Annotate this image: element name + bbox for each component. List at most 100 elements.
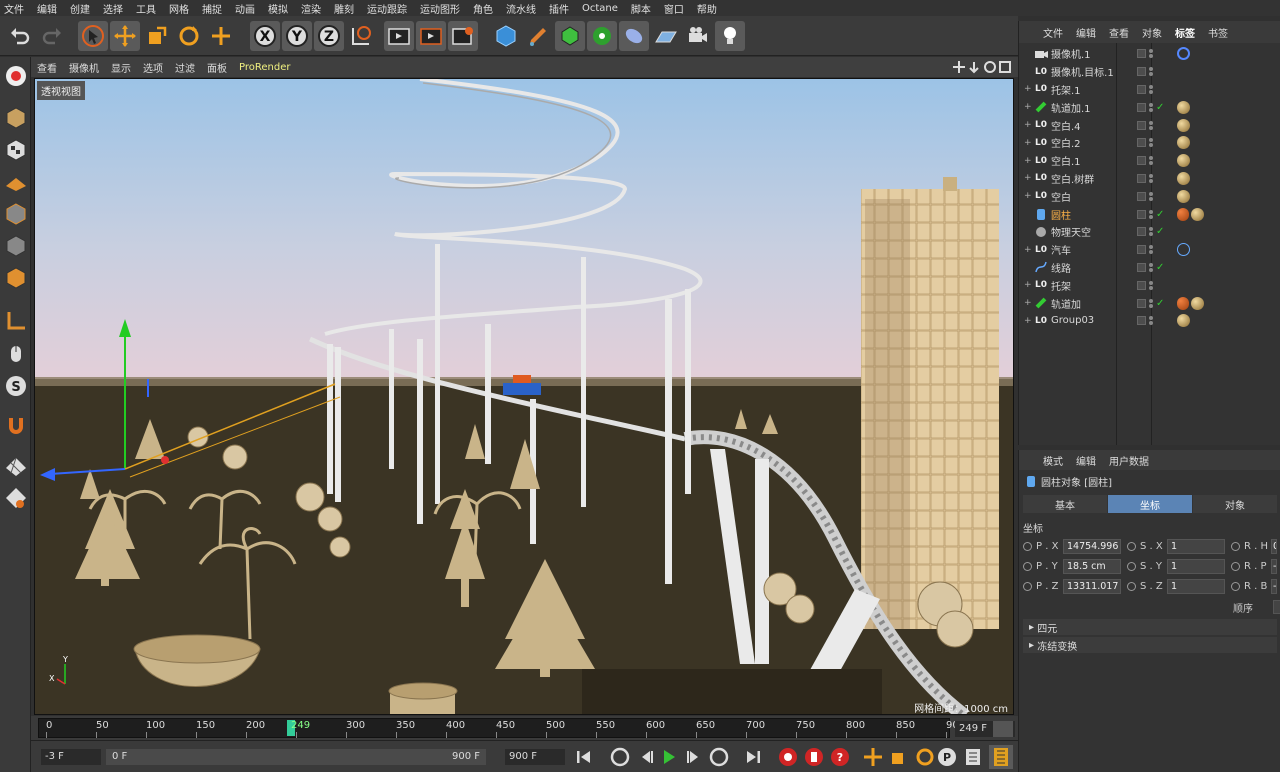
- key-pla-icon[interactable]: [961, 745, 985, 769]
- object-name[interactable]: 空白.2: [1051, 135, 1137, 150]
- rotation-input[interactable]: -: [1271, 559, 1277, 574]
- object-flags[interactable]: ✓: [1137, 262, 1177, 273]
- deformer-icon[interactable]: [619, 21, 649, 51]
- menu-script[interactable]: 脚本: [631, 1, 651, 16]
- rotation-input[interactable]: 0: [1271, 539, 1277, 554]
- cube-primitive-icon[interactable]: [491, 21, 521, 51]
- object-tags[interactable]: [1177, 296, 1204, 310]
- object-row[interactable]: + L0 空白.4: [1019, 116, 1280, 134]
- object-flags[interactable]: [1137, 280, 1177, 290]
- object-flags[interactable]: [1137, 191, 1177, 201]
- menu-edit[interactable]: 编辑: [37, 1, 57, 16]
- object-name[interactable]: 摄像机.目标.1: [1051, 64, 1137, 79]
- object-menu-bookmarks[interactable]: 书签: [1208, 25, 1228, 40]
- tab-coordinates[interactable]: 坐标: [1108, 495, 1192, 513]
- object-tags[interactable]: [1177, 189, 1190, 203]
- max-frame-field[interactable]: 900 F: [505, 749, 565, 765]
- point-mode-icon[interactable]: [2, 200, 30, 228]
- menu-octane[interactable]: Octane: [582, 3, 618, 14]
- menu-create[interactable]: 创建: [70, 1, 90, 16]
- menu-simulate[interactable]: 模拟: [268, 1, 288, 16]
- subdivision-surface-icon[interactable]: [555, 21, 585, 51]
- menu-motion-tracking[interactable]: 运动跟踪: [367, 1, 407, 16]
- align-to-spline-tag-icon[interactable]: [1177, 243, 1190, 257]
- object-name[interactable]: 轨道加.1: [1051, 100, 1137, 115]
- object-menu-tags[interactable]: 标签: [1175, 25, 1195, 40]
- render-settings-icon[interactable]: [448, 21, 478, 51]
- object-row[interactable]: L0 摄像机.目标.1: [1019, 63, 1280, 81]
- scale-input[interactable]: 1: [1167, 579, 1225, 594]
- object-name[interactable]: 托架: [1051, 278, 1137, 293]
- expand-toggle[interactable]: +: [1024, 298, 1034, 308]
- object-menu-edit[interactable]: 编辑: [1076, 25, 1096, 40]
- expand-toggle[interactable]: +: [1024, 245, 1034, 255]
- viewport-navigation-icons[interactable]: [952, 60, 1012, 74]
- floor-environment-icon[interactable]: [651, 21, 681, 51]
- object-name[interactable]: 汽车: [1051, 242, 1137, 257]
- render-view-icon[interactable]: [384, 21, 414, 51]
- object-tags[interactable]: [1177, 243, 1190, 257]
- object-name[interactable]: 空白.树群: [1051, 171, 1137, 186]
- menu-mesh[interactable]: 网格: [169, 1, 189, 16]
- previous-keyframe-icon[interactable]: [608, 745, 632, 769]
- object-flags[interactable]: [1137, 316, 1177, 326]
- select-arrow-icon[interactable]: [78, 21, 108, 51]
- viewport-menu-display[interactable]: 显示: [111, 60, 131, 75]
- perspective-viewport[interactable]: Y X: [34, 78, 1014, 715]
- object-name[interactable]: 空白.4: [1051, 118, 1137, 133]
- object-name[interactable]: 圆柱: [1051, 207, 1137, 222]
- quantize-icon[interactable]: [2, 484, 30, 512]
- object-row[interactable]: + L0 空白.树群: [1019, 170, 1280, 188]
- object-tags[interactable]: [1177, 207, 1204, 221]
- object-flags[interactable]: ✓: [1137, 226, 1177, 237]
- menu-character[interactable]: 角色: [473, 1, 493, 16]
- tab-basic[interactable]: 基本: [1023, 495, 1107, 513]
- texture-mode-icon[interactable]: [2, 136, 30, 164]
- object-name[interactable]: 托架.1: [1051, 82, 1137, 97]
- play-icon[interactable]: [657, 745, 681, 769]
- viewport-menu-panel[interactable]: 面板: [207, 60, 227, 75]
- frame-stepper[interactable]: [993, 721, 1013, 737]
- object-row[interactable]: 线路 ✓: [1019, 259, 1280, 277]
- magnet-snap-icon[interactable]: [2, 412, 30, 440]
- y-axis-lock-icon[interactable]: Y: [282, 21, 312, 51]
- menu-snap[interactable]: 捕捉: [202, 1, 222, 16]
- material-tag-icon[interactable]: [1177, 100, 1190, 114]
- model-mode-icon[interactable]: [2, 104, 30, 132]
- viewport-menu-cameras[interactable]: 摄像机: [69, 60, 99, 75]
- material-tag-icon[interactable]: [1177, 189, 1190, 203]
- position-input[interactable]: 13311.017: [1063, 579, 1121, 594]
- object-flags[interactable]: [1137, 173, 1177, 183]
- object-row[interactable]: 物理天空 ✓: [1019, 223, 1280, 241]
- attr-menu-edit[interactable]: 编辑: [1076, 453, 1096, 468]
- menu-render[interactable]: 渲染: [301, 1, 321, 16]
- viewport-menu-view[interactable]: 查看: [37, 60, 57, 75]
- viewport-menu-options[interactable]: 选项: [143, 60, 163, 75]
- keyframe-selection-icon[interactable]: ?: [828, 745, 852, 769]
- object-name[interactable]: 空白: [1051, 189, 1137, 204]
- object-flags[interactable]: ✓: [1137, 209, 1177, 220]
- position-input[interactable]: 18.5 cm: [1063, 559, 1121, 574]
- position-input[interactable]: 14754.996: [1063, 539, 1121, 554]
- object-name[interactable]: Group03: [1051, 315, 1137, 326]
- current-frame-marker[interactable]: 249: [291, 720, 310, 731]
- next-keyframe-icon[interactable]: [707, 745, 731, 769]
- frame-range-slider[interactable]: 0 F 900 F: [106, 749, 486, 765]
- workplane-mode-icon[interactable]: [2, 168, 30, 196]
- menu-sculpt[interactable]: 雕刻: [334, 1, 354, 16]
- menu-mograph[interactable]: 运动图形: [420, 1, 460, 16]
- object-flags[interactable]: ✓: [1137, 298, 1177, 309]
- attr-menu-userdata[interactable]: 用户数据: [1109, 453, 1149, 468]
- object-row[interactable]: + L0 Group03: [1019, 312, 1280, 330]
- timeline-ruler[interactable]: 0 50 100 150 200 249 300 350 400 450 500 550 600 650 7…: [38, 718, 959, 738]
- menu-pipeline[interactable]: 流水线: [506, 1, 536, 16]
- object-tags[interactable]: [1177, 118, 1190, 132]
- object-name[interactable]: 物理天空: [1051, 224, 1137, 239]
- pen-spline-icon[interactable]: [523, 21, 553, 51]
- object-name[interactable]: 轨道加: [1051, 296, 1137, 311]
- transform-tool-icon[interactable]: [206, 21, 236, 51]
- go-to-end-icon[interactable]: [741, 745, 765, 769]
- expand-toggle[interactable]: +: [1024, 173, 1034, 183]
- scale-input[interactable]: 1: [1167, 559, 1225, 574]
- previous-frame-icon[interactable]: [635, 745, 659, 769]
